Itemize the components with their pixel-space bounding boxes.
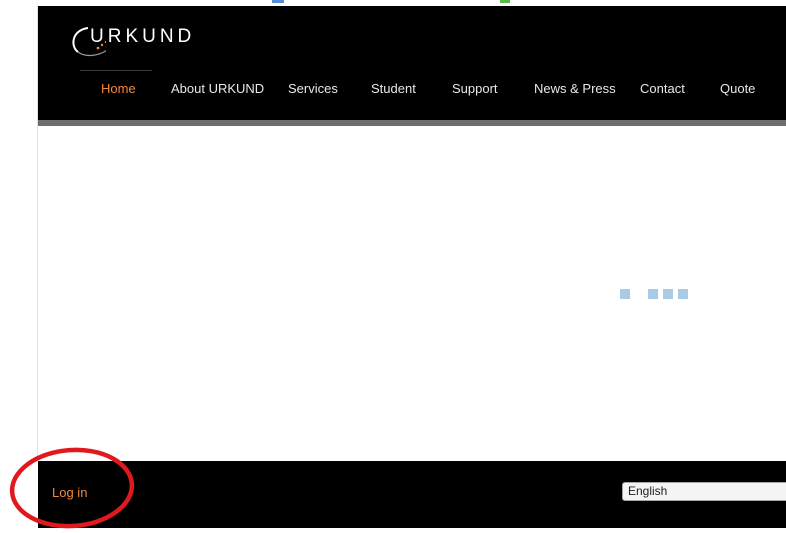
language-select[interactable]: English (622, 482, 786, 501)
loader-square (648, 289, 658, 299)
loader-square (620, 289, 630, 299)
nav-item-contact[interactable]: Contact (640, 81, 685, 96)
main-nav: Home About URKUND Services Student Suppo… (38, 81, 786, 99)
nav-item-quote[interactable]: Quote (720, 81, 755, 96)
nav-item-support[interactable]: Support (452, 81, 498, 96)
site-footer: Log in English (38, 461, 786, 528)
logo-wordmark: URKUND (90, 26, 196, 47)
nav-item-about[interactable]: About URKUND (171, 81, 264, 96)
loader-square (663, 289, 673, 299)
site-header: URKUND Home About URKUND Services Studen… (38, 6, 786, 120)
nav-item-home[interactable]: Home (101, 81, 136, 96)
red-annotation-circle (9, 447, 135, 529)
nav-item-news-press[interactable]: News & Press (534, 81, 616, 96)
logo-divider (80, 70, 152, 71)
nav-item-student[interactable]: Student (371, 81, 416, 96)
urkund-logo[interactable]: URKUND (66, 22, 196, 62)
tab-indicator-green (500, 0, 510, 3)
loader-square (678, 289, 688, 299)
header-bottom-band (38, 120, 786, 126)
nav-item-services[interactable]: Services (288, 81, 338, 96)
tab-indicator-blue (272, 0, 284, 3)
